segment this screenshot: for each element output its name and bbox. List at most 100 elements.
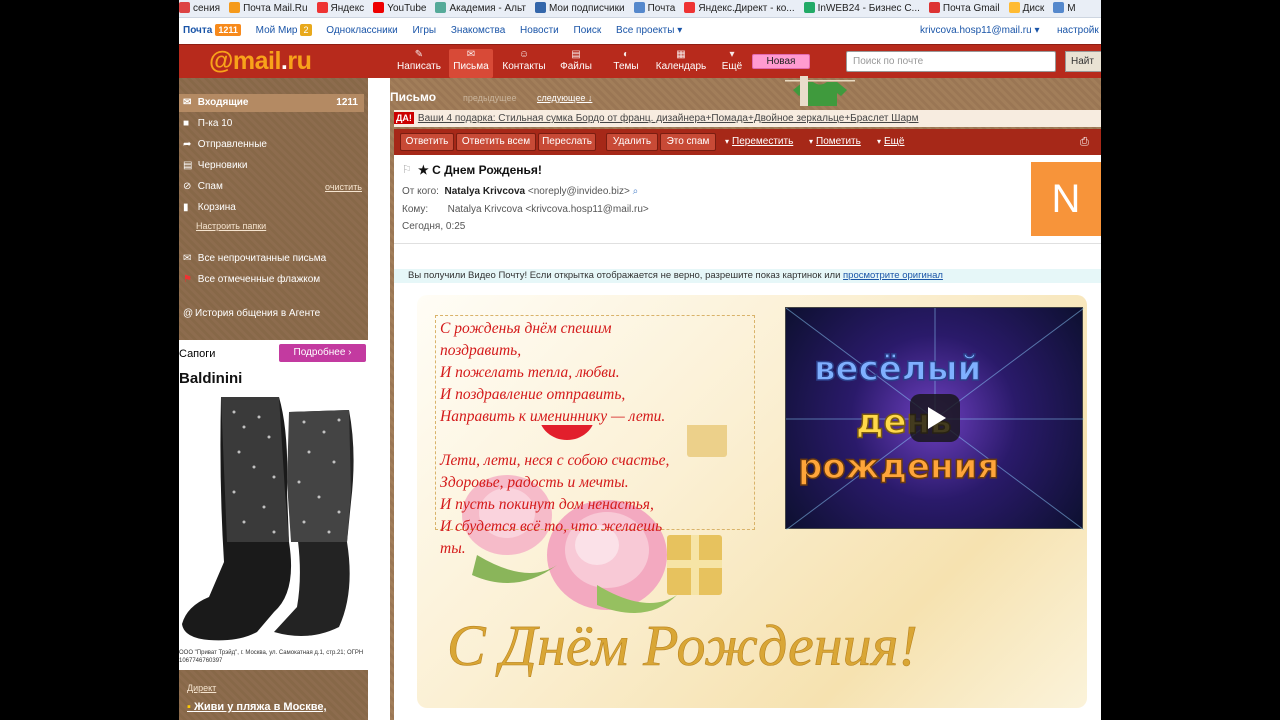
settings-link[interactable]: настройк [1057,20,1099,42]
nav-contacts[interactable]: ☺ Контакты [499,49,549,78]
bookmark-item[interactable]: Почта Gmail [928,0,1000,17]
from-label: От кого: [402,186,439,197]
bookmark-item[interactable]: Почта [633,0,675,17]
browser-viewport: сения Почта Mail.Ru Яндекс YouTube Академия … [179,0,1101,720]
portal-myworld-link[interactable]: Мой Мир 2 [256,24,312,36]
video-title-line1: весёлый [814,349,981,389]
folder-pka10-label: П-ка 10 [197,118,233,129]
folder-sent[interactable]: ➦ Отправленные [183,136,368,154]
next-message-link[interactable]: следующее ↓ [537,93,592,103]
search-icon[interactable]: ⌕ [633,186,639,197]
ad-text-link-label: Живи у пляжа в Москве, [193,701,327,713]
poem-line: И поздравление отправить, [440,386,626,403]
folder-spam[interactable]: ⊘ Спам очистить [183,178,368,196]
header-divider [394,243,1101,244]
bookmark-favicon-icon [435,2,447,13]
bookmark-item[interactable]: M [1053,0,1076,17]
bookmark-item[interactable]: Диск [1008,0,1044,17]
user-menu[interactable]: krivcova.hosp11@mail.ru ▾ [920,20,1039,42]
envelope-icon: ✉ [466,49,476,60]
play-icon[interactable] [910,394,960,442]
letter-subject: ★ С Днем Рожденья! [418,163,542,177]
new-version-button[interactable]: Новая [752,54,810,69]
notice-text: Вы получили Видео Почту! Если открытка о… [408,270,844,281]
more-dropdown[interactable]: Ещё [877,136,904,147]
bookmark-label: Почта Mail.Ru [243,3,308,14]
mailru-logo[interactable]: @mail.ru [209,47,312,76]
promo-banner[interactable]: ДА! Ваши 4 подарка: Стильная сумка Бордо … [394,110,1101,127]
folder-inbox[interactable]: ✉ Входящие 1211 [179,94,364,112]
portal-mail-link[interactable]: Почта 1211 [183,24,241,36]
flag-icon[interactable]: ⚐ [402,163,412,176]
print-icon[interactable]: ⎙ [1080,136,1089,149]
bookmark-item[interactable]: YouTube [373,0,426,17]
poem-line: Направить к имениннику — лети. [440,408,666,425]
boot-image [182,397,354,641]
bookmark-item[interactable]: InWEB24 - Бизнес С... [803,0,920,17]
chevron-down-icon: ▾ [729,49,735,60]
folder-trash-label: Корзина [197,202,236,213]
nav-compose-label: Написать [397,61,441,72]
forward-button[interactable]: Переслать [538,133,596,151]
trash-icon: ▮ [183,202,189,213]
prev-message-link[interactable]: предыдущее [463,93,516,103]
unread-filter[interactable]: ✉ Все непрочитанные письма [183,250,368,268]
direct-link[interactable]: Директ [187,683,216,693]
video-player[interactable]: весёлый день рождения [785,307,1084,530]
at-icon: @ [183,308,194,319]
folder-icon: ■ [183,118,190,129]
bookmark-item[interactable]: Почта Mail.Ru [229,0,308,17]
folder-pka10[interactable]: ■ П-ка 10 [183,115,368,133]
bookmark-label: сения [193,3,221,14]
setup-folders-link[interactable]: Настроить папки [196,221,266,231]
delete-button[interactable]: Удалить [606,133,658,151]
agent-history[interactable]: @ История общения в Агенте [183,305,368,323]
portal-link-games[interactable]: Игры [413,25,437,36]
bookmark-item[interactable]: сения [179,0,220,17]
portal-link-search[interactable]: Поиск [574,25,602,36]
bookmark-label: YouTube [387,3,427,14]
bookmark-favicon-icon [534,2,546,13]
nav-calendar[interactable]: ▦ Календарь [651,49,711,78]
nav-files[interactable]: ▤ Файлы [556,49,596,78]
nav-themes[interactable]: ◐ Темы [606,49,646,78]
nav-compose[interactable]: ✎ Написать [393,49,445,78]
ad-banner[interactable]: Сапоги Подробнее › Baldinini ООО "Приват… [179,340,368,670]
portal-mail-label: Почта [183,25,213,36]
reply-button[interactable]: Ответить [400,133,454,151]
poem-line: С рожденья днём спешим [440,320,612,337]
view-original-link[interactable]: просмотрите оригинал [843,270,943,281]
ad-title: Сапоги [179,348,216,360]
move-dropdown[interactable]: Переместить [725,136,793,147]
nav-more[interactable]: ▾ Ещё [717,49,747,78]
bookmark-item[interactable]: Мои подписчики [534,0,625,17]
spam-button[interactable]: Это спам [660,133,716,151]
folder-drafts[interactable]: ▤ Черновики [183,157,368,175]
folder-spam-label: Спам [197,181,223,192]
spam-icon: ⊘ [183,181,192,192]
folder-trash[interactable]: ▮ Корзина [183,199,368,217]
from-name[interactable]: Natalya Krivcova [445,186,526,197]
sent-arrow-icon: ➦ [183,139,192,150]
to-label: Кому: [402,204,429,215]
nav-letters[interactable]: ✉ Письма [449,49,493,78]
bookmark-favicon-icon [803,2,815,13]
portal-link-all-projects[interactable]: Все проекты ▾ [616,25,682,36]
portal-bar: Почта 1211 Мой Мир 2 Одноклассники Игры Зн… [179,20,1101,42]
bookmark-item[interactable]: Яндекс [316,0,364,17]
portal-link-dating[interactable]: Знакомства [451,25,505,36]
portal-link-ok[interactable]: Одноклассники [326,25,397,36]
spam-clean-link[interactable]: очистить [325,178,362,196]
portal-link-news[interactable]: Новости [520,25,559,36]
mail-search-input[interactable]: Поиск по почте [846,51,1056,72]
search-button[interactable]: Найт [1065,51,1101,72]
mark-dropdown[interactable]: Пометить [809,136,861,147]
reply-all-button[interactable]: Ответить всем [456,133,536,151]
flagged-filter[interactable]: ⚑ Все отмеченные флажком [183,271,368,289]
bookmark-item[interactable]: Яндекс.Директ - ко... [684,0,795,17]
ad-text-link[interactable]: ▪ Живи у пляжа в Москве, [187,701,327,713]
ad-brand: Baldinini [179,370,243,387]
ad-more-button[interactable]: Подробнее › [279,344,366,362]
bookmark-item[interactable]: Академия - Альт [435,0,526,17]
logo-tld: ru [287,47,312,75]
